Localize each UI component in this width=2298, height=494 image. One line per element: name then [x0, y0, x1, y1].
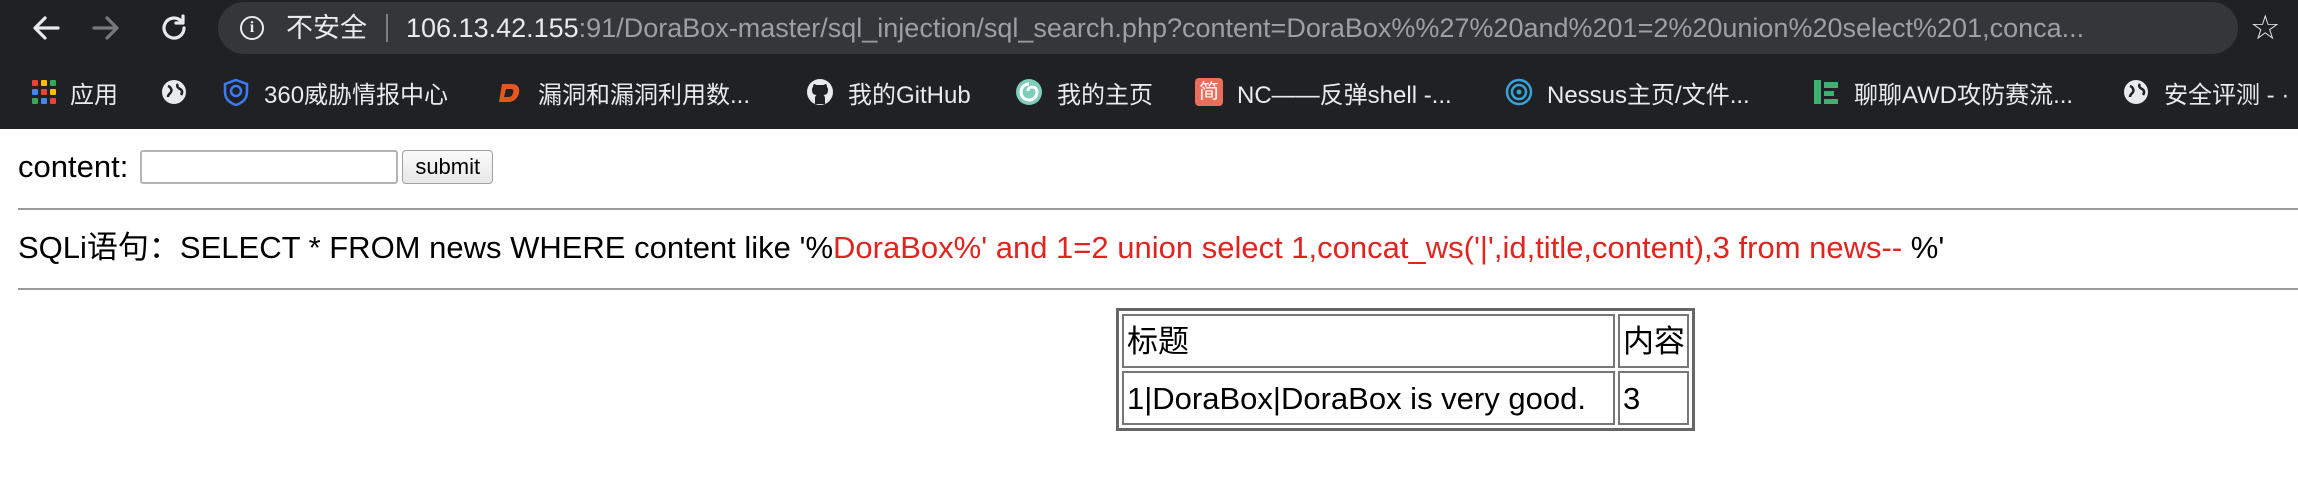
nessus-icon: [1505, 78, 1533, 106]
browser-toolbar: i 不安全 106.13.42.155:91/DoraBox-master/sq…: [0, 0, 2298, 56]
star-icon[interactable]: ☆: [2250, 8, 2280, 48]
bookmark-globe[interactable]: [160, 70, 202, 114]
bookmark-label: Nessus主页/文件...: [1547, 81, 1750, 109]
info-circle-icon[interactable]: i: [240, 16, 264, 40]
page-content: content: submit SQLi语句：SELECT * FROM new…: [0, 129, 2298, 494]
bookmark-360[interactable]: 360威胁情报中心: [222, 70, 448, 114]
table-row: 1|DoraBox|DoraBox is very good. 3: [1122, 371, 1689, 425]
bookmark-label: 漏洞和漏洞利用数...: [538, 81, 751, 109]
content-input[interactable]: [140, 150, 399, 184]
bookmark-nessus[interactable]: Nessus主页/文件...: [1505, 70, 1750, 114]
globe-icon: [162, 80, 186, 104]
content-label: content:: [18, 149, 129, 184]
swirl-icon: [1016, 79, 1042, 105]
search-form: content: submit: [18, 149, 494, 185]
bookmarks-bar: 应用 360威胁情报中心 漏洞和漏洞利用数... 我的GitHub 我的主页 简…: [0, 70, 2298, 114]
bookmark-awd[interactable]: 聊聊AWD攻防赛流...: [1812, 70, 2073, 114]
bookmark-apps[interactable]: 应用: [32, 70, 118, 114]
url-separator: [386, 14, 388, 42]
url-host: 106.13.42.155: [406, 13, 579, 43]
url-text[interactable]: 106.13.42.155:91/DoraBox-master/sql_inje…: [406, 13, 2084, 43]
cell-title: 1|DoraBox|DoraBox is very good.: [1122, 371, 1615, 425]
bookmark-label: 聊聊AWD攻防赛流...: [1854, 81, 2074, 109]
sql-suffix: %': [1910, 230, 1945, 265]
bookmark-label: 360威胁情报中心: [264, 81, 449, 109]
bookmark-nc-shell[interactable]: 简 NC——反弹shell -...: [1195, 70, 1452, 114]
d-logo-icon: [499, 84, 520, 102]
cell-content: 3: [1618, 371, 1689, 425]
divider-bottom: [18, 288, 2298, 290]
bookmark-label: NC——反弹shell -...: [1237, 81, 1452, 109]
github-icon: [807, 79, 833, 105]
bookmark-label: 我的GitHub: [848, 81, 971, 109]
reload-icon: [162, 14, 186, 40]
bookmark-homepage[interactable]: 我的主页: [1015, 70, 1153, 114]
bookmark-label: 我的主页: [1057, 81, 1153, 109]
divider-top: [18, 208, 2298, 210]
apps-grid-icon: [32, 80, 56, 104]
globe-icon: [2124, 80, 2148, 104]
sql-statement: SQLi语句：SELECT * FROM news WHERE content …: [18, 230, 1944, 266]
sql-prefix: SQLi语句：SELECT * FROM news WHERE content …: [18, 230, 834, 265]
browser-chrome: i 不安全 106.13.42.155:91/DoraBox-master/sq…: [0, 0, 2298, 129]
security-label[interactable]: 不安全: [286, 13, 367, 43]
bookmark-security-eval[interactable]: 安全评测 - ·: [2122, 70, 2289, 114]
header-title: 标题: [1122, 314, 1615, 368]
sql-injected-payload: DoraBox%' and 1=2 union select 1,concat_…: [833, 230, 1911, 265]
submit-button[interactable]: submit: [402, 150, 494, 184]
arrow-left-icon: [33, 16, 60, 40]
arrow-right-icon: [92, 16, 119, 40]
reload-button[interactable]: [154, 8, 194, 48]
shield-icon: [223, 78, 249, 106]
back-button[interactable]: [26, 8, 66, 48]
address-bar[interactable]: i 不安全 106.13.42.155:91/DoraBox-master/sq…: [218, 2, 2238, 54]
bookmark-exploits[interactable]: 漏洞和漏洞利用数...: [496, 70, 750, 114]
jian-icon: 简: [1195, 78, 1223, 106]
table-header-row: 标题 内容: [1122, 314, 1689, 368]
bookmark-github[interactable]: 我的GitHub: [806, 70, 971, 114]
forward-button[interactable]: [86, 8, 126, 48]
bars-icon: [1814, 80, 1838, 104]
url-path: :91/DoraBox-master/sql_injection/sql_sea…: [578, 13, 2085, 43]
results-table: 标题 内容 1|DoraBox|DoraBox is very good. 3: [1116, 308, 1695, 431]
bookmark-label: 安全评测 - ·: [2164, 81, 2290, 109]
header-content: 内容: [1618, 314, 1689, 368]
bookmark-label: 应用: [70, 81, 118, 109]
